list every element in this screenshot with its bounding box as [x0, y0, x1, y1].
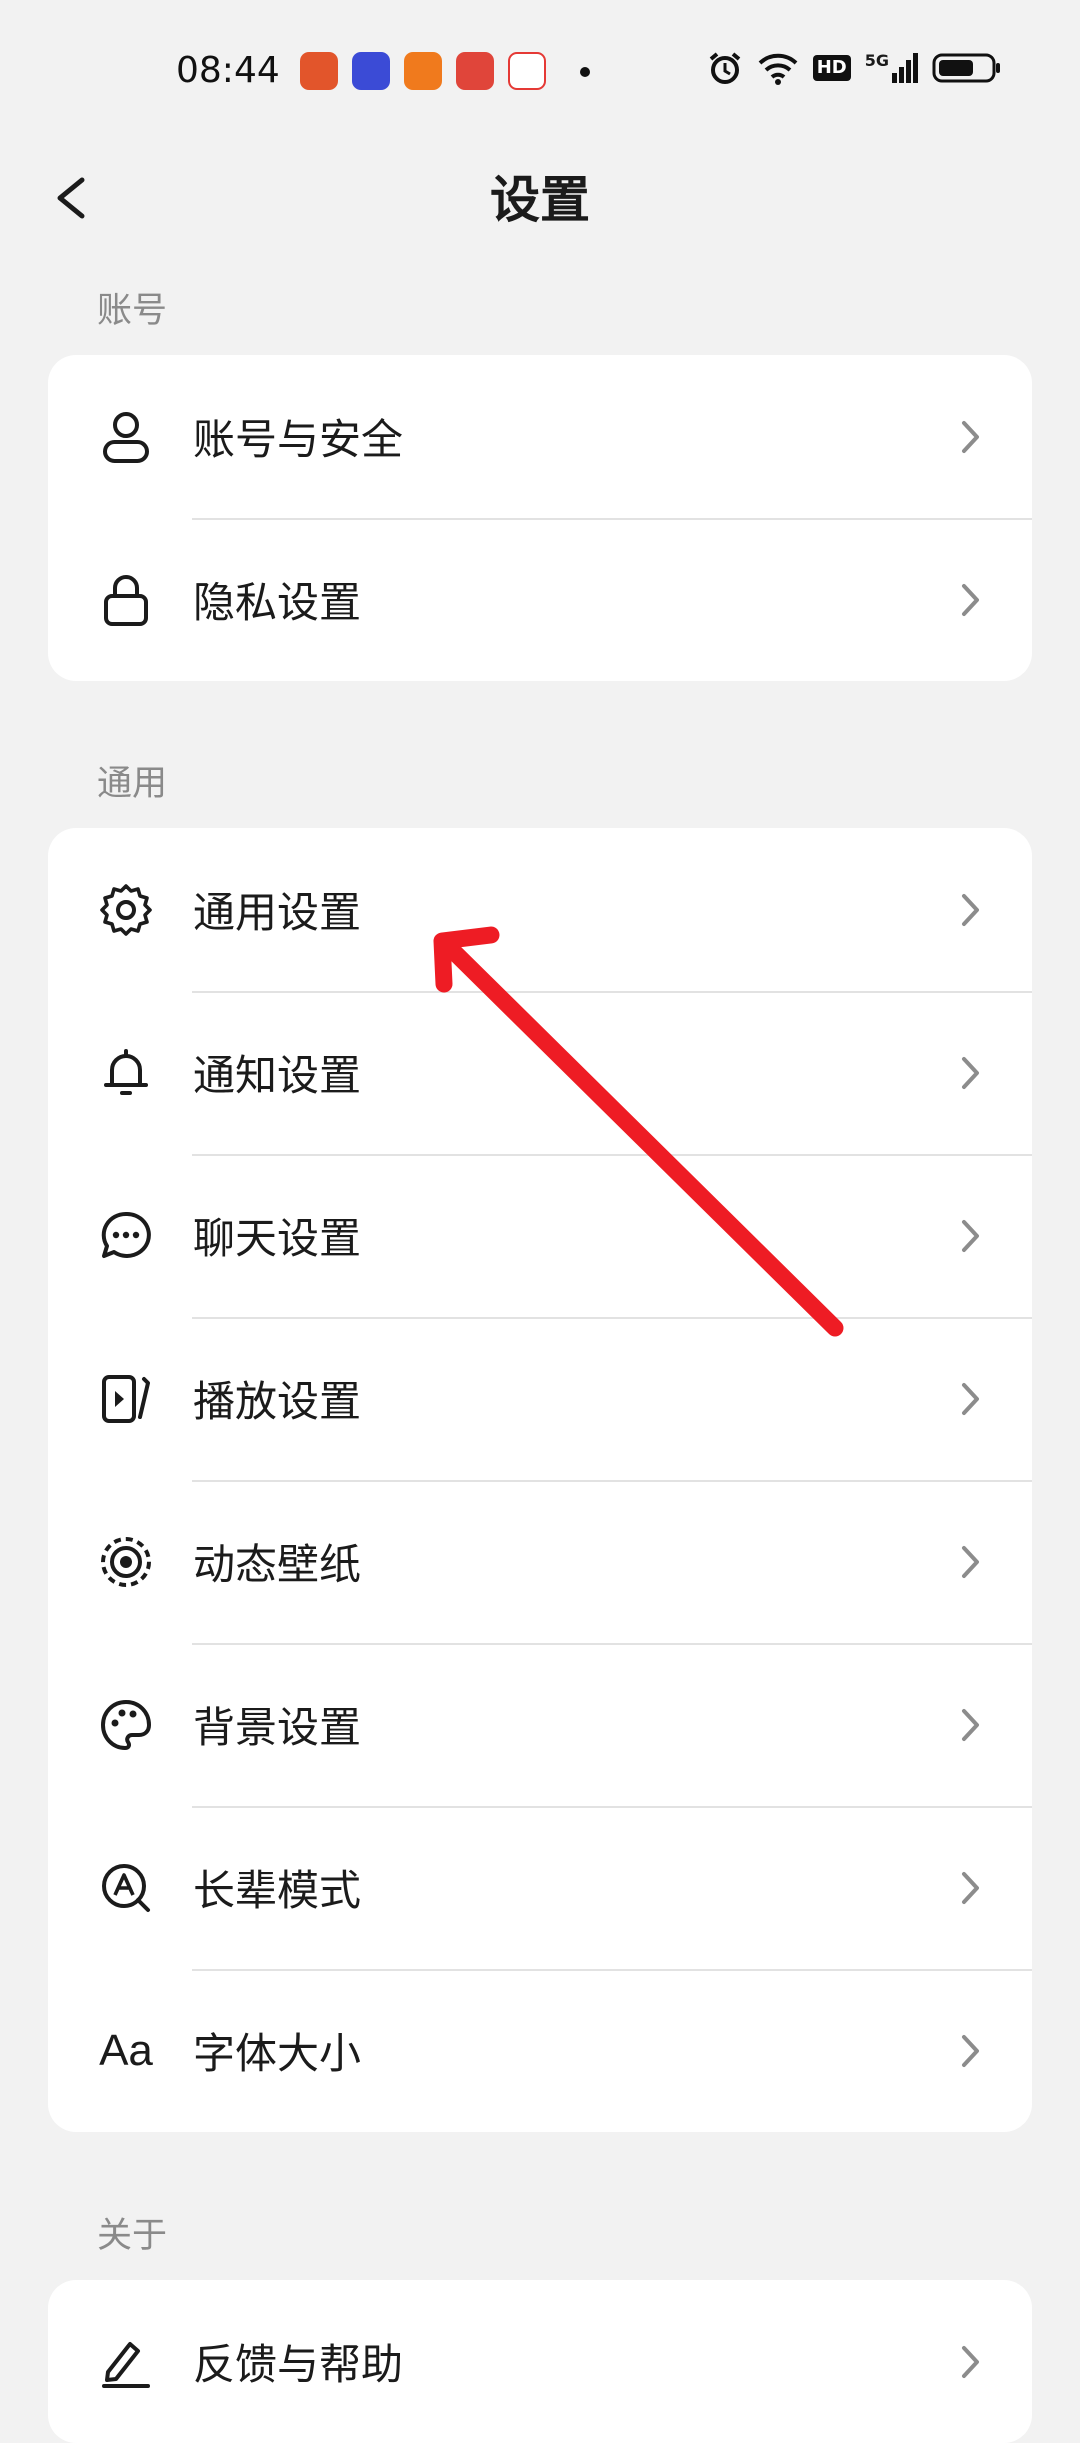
settings-row-label: 隐私设置	[193, 578, 362, 627]
chevron-right-icon	[962, 1220, 979, 1252]
play-icon	[98, 1371, 154, 1427]
header: 设置	[0, 140, 1080, 250]
settings-row-font-size[interactable]: Aa 字体大小	[48, 1969, 1032, 2132]
settings-row-label: 动态壁纸	[193, 1540, 362, 1589]
app-notification-icon	[456, 52, 494, 90]
settings-row-label: 反馈与帮助	[193, 2340, 404, 2389]
general-settings-card: 通用设置 通知设置 聊天设置 播放设置 动态壁纸 背景设置 长辈模式 Aa 字体…	[48, 828, 1032, 2132]
settings-row-playback[interactable]: 播放设置	[48, 1317, 1032, 1480]
more-notifications-dot-icon	[580, 67, 590, 77]
account-settings-card: 账号与安全 隐私设置	[48, 355, 1032, 681]
settings-row-label: 通用设置	[193, 888, 362, 937]
signal-label: 5G	[864, 51, 889, 70]
chevron-right-icon	[962, 2346, 979, 2378]
lock-icon	[98, 572, 154, 628]
app-notification-icon	[300, 52, 338, 90]
chat-bubble-icon	[98, 1208, 154, 1264]
font-size-icon: Aa	[98, 2023, 154, 2079]
elder-mode-icon	[98, 1860, 154, 1916]
alarm-icon	[707, 50, 743, 86]
settings-row-live-wallpaper[interactable]: 动态壁纸	[48, 1480, 1032, 1643]
edit-icon	[98, 2334, 154, 2390]
wifi-icon	[757, 51, 799, 85]
user-icon	[98, 409, 154, 465]
notification-app-icons	[300, 52, 546, 90]
section-label-account: 账号	[97, 291, 168, 331]
settings-row-account-security[interactable]: 账号与安全	[48, 355, 1032, 518]
chevron-right-icon	[962, 894, 979, 926]
chevron-right-icon	[962, 1546, 979, 1578]
palette-icon	[98, 1697, 154, 1753]
gear-icon	[98, 882, 154, 938]
settings-row-feedback-help[interactable]: 反馈与帮助	[48, 2280, 1032, 2443]
chevron-right-icon	[962, 1383, 979, 1415]
settings-row-label: 播放设置	[193, 1377, 362, 1426]
chevron-right-icon	[962, 2035, 979, 2067]
chevron-right-icon	[962, 1872, 979, 1904]
status-indicators: HD 5G	[707, 50, 1002, 86]
signal-icon: 5G	[865, 53, 918, 83]
settings-row-label: 聊天设置	[193, 1214, 362, 1263]
chevron-right-icon	[962, 1057, 979, 1089]
settings-row-label: 长辈模式	[193, 1866, 362, 1915]
chevron-right-icon	[962, 584, 979, 616]
battery-icon	[932, 52, 1002, 84]
chevron-right-icon	[962, 1709, 979, 1741]
page-title: 设置	[490, 171, 590, 229]
chevron-right-icon	[962, 421, 979, 453]
settings-row-elder-mode[interactable]: 长辈模式	[48, 1806, 1032, 1969]
settings-row-label: 通知设置	[193, 1051, 362, 1100]
status-time: 08:44	[176, 50, 280, 91]
app-notification-icon	[352, 52, 390, 90]
settings-row-notifications[interactable]: 通知设置	[48, 991, 1032, 1154]
hd-badge-icon: HD	[812, 55, 851, 81]
settings-row-chat[interactable]: 聊天设置	[48, 1154, 1032, 1317]
about-settings-card: 反馈与帮助	[48, 2280, 1032, 2443]
font-size-icon-glyph: Aa	[99, 2026, 153, 2075]
settings-row-general[interactable]: 通用设置	[48, 828, 1032, 991]
app-notification-icon	[508, 52, 546, 90]
bell-icon	[98, 1045, 154, 1101]
app-notification-icon	[404, 52, 442, 90]
settings-row-background[interactable]: 背景设置	[48, 1643, 1032, 1806]
live-wallpaper-icon	[98, 1534, 154, 1590]
section-label-general: 通用	[97, 764, 168, 804]
settings-row-privacy[interactable]: 隐私设置	[48, 518, 1032, 681]
settings-row-label: 字体大小	[193, 2029, 362, 2078]
settings-row-label: 账号与安全	[193, 415, 404, 464]
settings-row-label: 背景设置	[193, 1703, 362, 1752]
status-bar: 08:44 HD 5G	[0, 0, 1080, 140]
section-label-about: 关于	[97, 2216, 168, 2256]
